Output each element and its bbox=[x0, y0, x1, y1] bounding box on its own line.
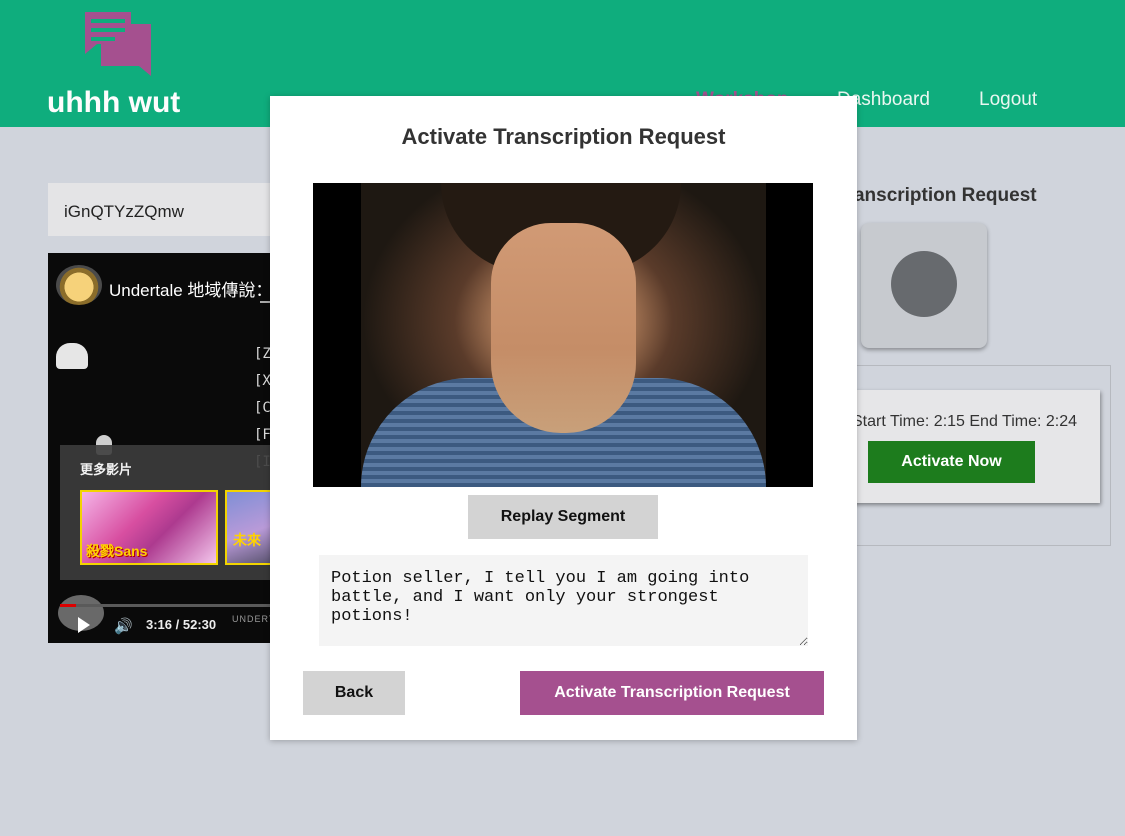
thumbnail-label: 殺戮Sans bbox=[86, 543, 148, 559]
transcript-textarea[interactable]: Potion seller, I tell you I am going int… bbox=[319, 555, 808, 646]
side-heading: Transcription Request bbox=[836, 185, 1037, 206]
chat-bubbles-icon bbox=[85, 12, 151, 76]
more-videos-label: 更多影片 bbox=[80, 462, 133, 477]
time-display: 3:16 / 52:30 bbox=[146, 617, 217, 632]
activate-now-button[interactable]: Activate Now bbox=[868, 441, 1035, 483]
back-button[interactable]: Back bbox=[303, 671, 405, 715]
video-title[interactable]: Undertale 地域傳說： bbox=[109, 276, 272, 301]
ghost-icon bbox=[56, 343, 88, 369]
webcam-face bbox=[491, 223, 636, 433]
record-button[interactable] bbox=[861, 223, 987, 348]
video-text-line: [F bbox=[254, 427, 271, 443]
channel-brand: UNDERT bbox=[232, 614, 276, 624]
replay-segment-button[interactable]: Replay Segment bbox=[468, 495, 658, 539]
video-text-line: [Z bbox=[254, 346, 271, 362]
video-thumbnail[interactable]: 殺戮Sans bbox=[80, 490, 218, 565]
title-dash bbox=[260, 301, 270, 303]
video-text-line: [X bbox=[254, 373, 271, 389]
progress-fill bbox=[60, 604, 76, 607]
nav-logout[interactable]: Logout bbox=[979, 89, 1037, 111]
modal-title: Activate Transcription Request bbox=[401, 124, 726, 149]
channel-avatar[interactable] bbox=[56, 265, 102, 305]
request-times: Start Time: 2:15 End Time: 2:24 bbox=[852, 413, 1077, 430]
webcam-frame bbox=[361, 183, 766, 487]
segment-video[interactable] bbox=[313, 183, 813, 487]
activate-transcription-modal: Activate Transcription Request Replay Se… bbox=[270, 96, 857, 740]
request-card: Start Time: 2:15 End Time: 2:24 Activate… bbox=[840, 390, 1100, 503]
play-icon[interactable] bbox=[78, 617, 90, 633]
thumbnail-label: 未來 bbox=[233, 532, 261, 548]
video-text-line: [C bbox=[254, 400, 271, 416]
brand-name[interactable]: uhhh wut bbox=[47, 86, 180, 120]
activate-transcription-button[interactable]: Activate Transcription Request bbox=[520, 671, 824, 715]
volume-icon[interactable]: 🔊 bbox=[114, 617, 133, 635]
record-icon bbox=[891, 251, 957, 317]
